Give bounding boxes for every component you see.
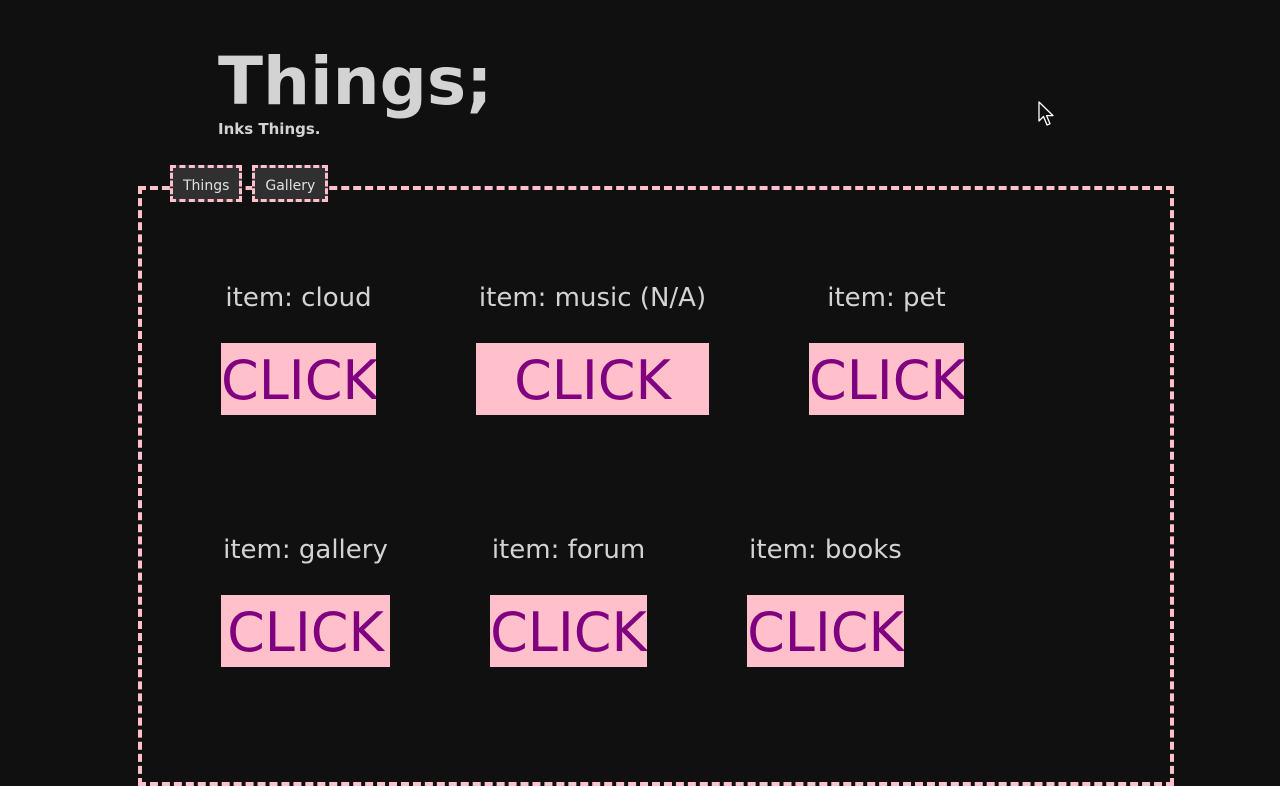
item-pet: item: pet CLICK — [809, 283, 964, 415]
mouse-cursor-icon — [1038, 101, 1054, 126]
site-title: Things; — [218, 43, 493, 120]
click-button[interactable]: CLICK — [747, 595, 904, 667]
item-label: item: pet — [827, 283, 946, 313]
item-gallery: item: gallery CLICK — [221, 535, 390, 667]
item-music: item: music (N/A) CLICK — [476, 283, 709, 415]
click-button[interactable]: CLICK — [809, 343, 964, 415]
item-label: item: forum — [491, 535, 646, 565]
click-button[interactable]: CLICK — [476, 343, 709, 415]
click-button[interactable]: CLICK — [490, 595, 647, 667]
item-label: item: gallery — [223, 535, 388, 565]
content-panel — [138, 186, 1174, 786]
site-header: Things; Inks Things. — [218, 43, 493, 139]
item-forum: item: forum CLICK — [490, 535, 647, 667]
tab-bar: Things Gallery — [170, 165, 329, 202]
item-books: item: books CLICK — [747, 535, 904, 667]
tab-things[interactable]: Things — [170, 165, 243, 202]
item-label: item: music (N/A) — [478, 283, 707, 313]
click-button[interactable]: CLICK — [221, 343, 376, 415]
item-cloud: item: cloud CLICK — [221, 283, 376, 415]
item-label: item: books — [749, 535, 902, 565]
site-subtitle: Inks Things. — [218, 120, 321, 138]
item-label: item: cloud — [225, 283, 372, 313]
click-button[interactable]: CLICK — [221, 595, 390, 667]
tab-gallery[interactable]: Gallery — [252, 165, 329, 202]
